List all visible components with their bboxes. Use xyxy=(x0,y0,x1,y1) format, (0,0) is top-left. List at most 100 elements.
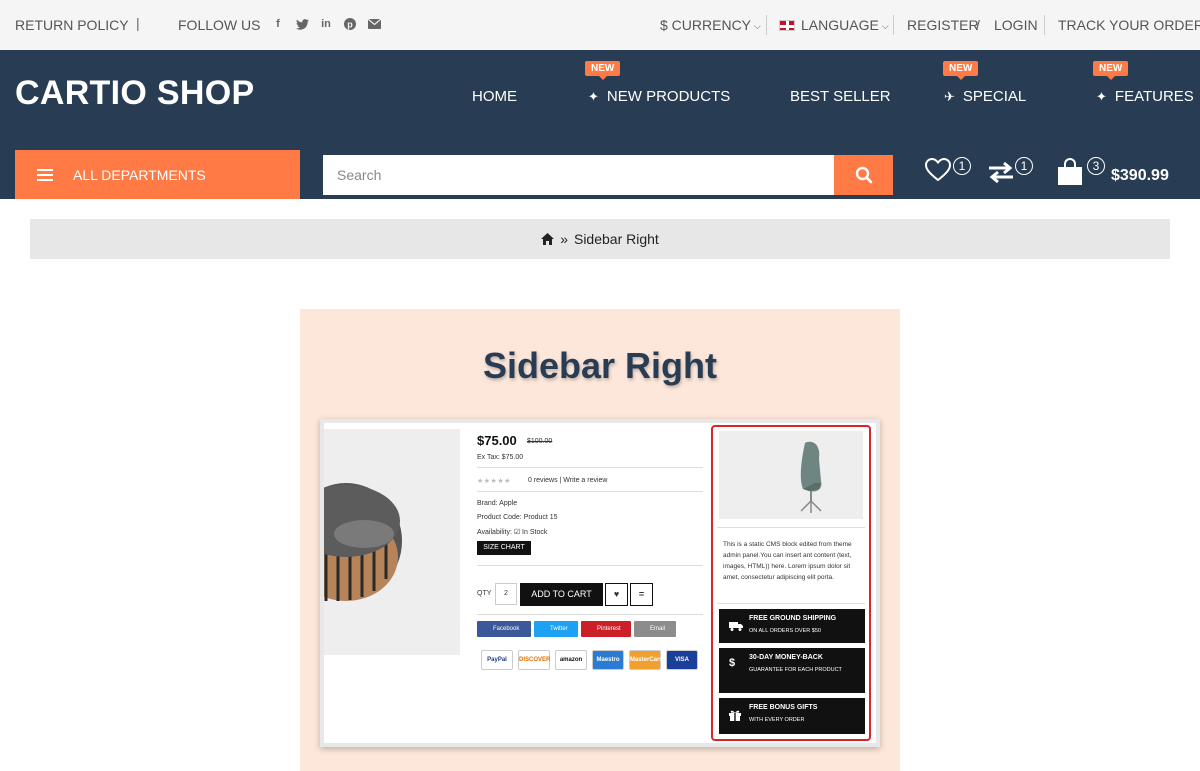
wishlist-count: 1 xyxy=(953,157,971,175)
chevron-down-icon: ⌵ xyxy=(881,21,889,31)
divider xyxy=(477,491,703,492)
star-rating-icon: ★★★★★ xyxy=(477,478,511,485)
divider xyxy=(477,614,703,615)
home-icon[interactable] xyxy=(541,233,555,245)
cms-block-text: This is a static CMS block edited from t… xyxy=(723,541,852,581)
visa-icon: VISA xyxy=(666,650,698,670)
feature-subtitle: GUARANTEE FOR EACH PRODUCT xyxy=(749,667,842,673)
nav-label: BEST SELLER xyxy=(790,88,891,105)
breadcrumb-current: Sidebar Right xyxy=(573,231,659,247)
add-to-cart-button[interactable]: ADD TO CART xyxy=(520,583,603,606)
nav-item-home[interactable]: HOME xyxy=(472,88,517,105)
share-pinterest-button[interactable]: Pinterest xyxy=(581,621,631,637)
sidebar-product-image xyxy=(719,431,863,519)
product-code: Product Code: Product 15 xyxy=(477,514,558,521)
follow-us-label: FOLLOW US xyxy=(178,17,261,33)
nav-item-features[interactable]: ✦ FEATURES xyxy=(1096,88,1194,105)
cart-total[interactable]: $390.99 xyxy=(1111,167,1169,185)
return-policy-link[interactable]: RETURN POLICY xyxy=(15,17,129,33)
plane-icon: ✈ xyxy=(944,89,955,104)
twitter-icon[interactable] xyxy=(295,16,309,32)
right-sidebar-highlight: This is a static CMS block edited from t… xyxy=(711,425,871,741)
product-price: $75.00 xyxy=(477,433,517,448)
compare-button[interactable] xyxy=(987,161,1015,188)
track-order-link[interactable]: TRACK YOUR ORDER xyxy=(1058,17,1200,33)
currency-dropdown[interactable]: $ CURRENCY ⌵ xyxy=(660,17,761,33)
svg-text:p: p xyxy=(347,20,353,30)
truck-icon xyxy=(729,622,743,631)
product-image xyxy=(324,429,460,655)
site-header: CARTIO SHOP HOME NEW ✦ NEW PRODUCTS BEST … xyxy=(0,50,1200,199)
heart-icon xyxy=(924,157,952,182)
search-icon xyxy=(855,166,872,184)
nav-item-new-products[interactable]: ✦ NEW PRODUCTS xyxy=(588,88,730,105)
new-badge: NEW xyxy=(943,61,979,80)
departments-label: ALL DEPARTMENTS xyxy=(73,167,206,183)
top-bar: RETURN POLICY | FOLLOW US f in p $ CURRE… xyxy=(0,0,1200,50)
ex-tax: Ex Tax: $75.00 xyxy=(477,454,524,461)
share-email-button[interactable]: Email xyxy=(634,621,676,637)
divider xyxy=(766,15,767,35)
all-departments-button[interactable]: ALL DEPARTMENTS xyxy=(15,150,300,199)
reviews-link[interactable]: 0 reviews | Write a review xyxy=(528,477,608,484)
dollar-icon: $ xyxy=(729,657,736,669)
cart-button[interactable] xyxy=(1057,158,1083,191)
fire-icon: ✦ xyxy=(1096,89,1107,104)
feature-title: 30-DAY MONEY-BACK xyxy=(749,654,823,661)
feature-shipping: FREE GROUND SHIPPING ON ALL ORDERS OVER … xyxy=(719,609,865,643)
feature-subtitle: WITH EVERY ORDER xyxy=(749,717,805,723)
feature-gifts: FREE BONUS GIFTS WITH EVERY ORDER xyxy=(719,698,865,734)
slash-separator: / xyxy=(976,17,980,33)
compare-equals-icon[interactable]: = xyxy=(630,583,653,606)
cart-count: 3 xyxy=(1087,157,1105,175)
mastercard-icon: MasterCard xyxy=(629,650,663,670)
gift-icon xyxy=(729,710,741,721)
feature-title: FREE GROUND SHIPPING xyxy=(749,615,837,622)
share-facebook-button[interactable]: Facebook xyxy=(477,621,531,637)
layout-preview-card[interactable]: Sidebar Right $75.00 $100.00 Ex Tax: $75 xyxy=(300,309,900,771)
nav-item-best-seller[interactable]: BEST SELLER xyxy=(790,88,891,105)
nav-label: HOME xyxy=(472,88,517,105)
discover-icon: DISCOVER xyxy=(518,650,550,670)
chair-image xyxy=(800,441,822,513)
wishlist-heart-icon[interactable]: ♥ xyxy=(605,583,628,606)
login-link[interactable]: LOGIN xyxy=(994,17,1038,33)
linkedin-icon[interactable]: in xyxy=(319,16,333,32)
feature-money-back: $ 30-DAY MONEY-BACK GUARANTEE FOR EACH P… xyxy=(719,648,865,693)
pinterest-icon[interactable]: p xyxy=(343,16,357,32)
maestro-icon: Maestro xyxy=(592,650,624,670)
currency-label: $ CURRENCY xyxy=(660,17,752,33)
product-old-price: $100.00 xyxy=(527,438,553,445)
search-input[interactable] xyxy=(323,155,835,195)
facebook-icon[interactable]: f xyxy=(271,16,285,32)
wishlist-button[interactable] xyxy=(924,157,952,187)
chevron-down-icon: ⌵ xyxy=(754,21,761,31)
site-logo[interactable]: CARTIO SHOP xyxy=(15,74,254,113)
qty-label: QTY xyxy=(477,590,492,597)
divider xyxy=(893,15,894,35)
divider xyxy=(717,527,865,528)
register-link[interactable]: REGISTER xyxy=(907,17,979,33)
search-button[interactable] xyxy=(834,155,893,195)
chair-image xyxy=(324,483,402,601)
brand: Brand: Apple xyxy=(477,500,518,507)
preview-screenshot: $75.00 $100.00 Ex Tax: $75.00 ★★★★★ 0 re… xyxy=(320,419,880,747)
menu-icon xyxy=(37,169,53,184)
new-badge: NEW xyxy=(585,61,621,80)
nav-item-special[interactable]: ✈ SPECIAL xyxy=(944,88,1026,105)
amazon-icon: amazon xyxy=(555,650,587,670)
divider xyxy=(477,565,703,566)
social-links: f in p xyxy=(271,16,381,32)
compare-icon xyxy=(989,161,1013,184)
qty-input[interactable]: 2 xyxy=(495,583,517,605)
new-badge: NEW xyxy=(1093,61,1129,80)
language-dropdown[interactable]: LANGUAGE ⌵ xyxy=(779,17,889,33)
shopping-bag-icon xyxy=(1058,158,1082,185)
paypal-icon: PayPal xyxy=(481,650,513,670)
divider xyxy=(717,603,865,604)
compare-count: 1 xyxy=(1015,157,1033,175)
share-twitter-button[interactable]: Twitter xyxy=(534,621,578,637)
nav-label: SPECIAL xyxy=(962,88,1027,105)
size-chart-button[interactable]: SIZE CHART xyxy=(477,541,531,555)
email-icon[interactable] xyxy=(367,16,381,32)
